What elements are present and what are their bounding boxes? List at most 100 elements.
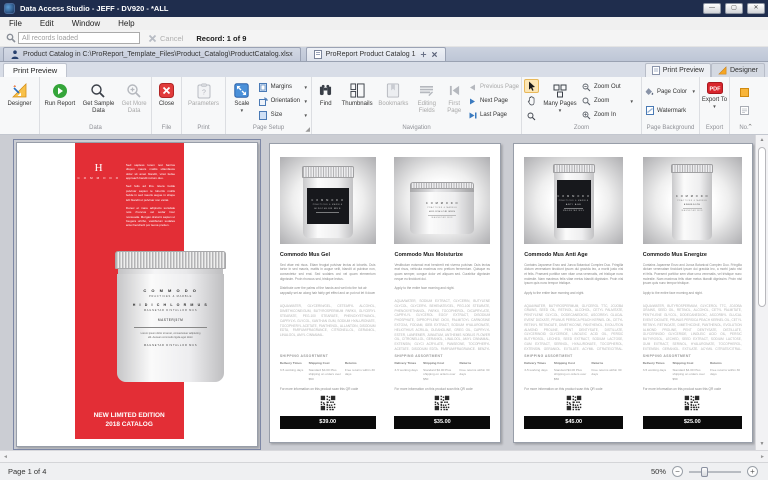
- shipping-title: SHIPPING ASSORTMENT: [642, 354, 692, 359]
- ribbon-tab-print-preview[interactable]: Print Preview: [3, 63, 68, 77]
- menu-help[interactable]: Help: [109, 19, 143, 28]
- ribbon-tab-row: Print Preview Print Preview Designer: [0, 62, 768, 77]
- page-indicator: Page 1 of 4: [8, 467, 47, 476]
- product-name: Commodo Mus Energize: [642, 251, 707, 258]
- zoom-tool-button[interactable]: [524, 109, 539, 123]
- page-setup-dialog-launcher[interactable]: ◢: [305, 126, 310, 133]
- scroll-left-arrow[interactable]: ◄: [3, 454, 8, 460]
- orientation-button[interactable]: Orientation ▼: [257, 95, 310, 108]
- svg-text:PDF: PDF: [709, 87, 721, 93]
- zoom-in-control[interactable]: +: [747, 466, 758, 477]
- find-button[interactable]: Find: [313, 78, 339, 124]
- product-ingredients: AQUA/WATER, GLYCERIN/GEL, CETEARYL ALCOH…: [279, 304, 376, 338]
- zoom-control: 50% − +: [651, 466, 758, 477]
- close-report-icon: [158, 82, 175, 99]
- product-card-energize: C O M M O D O PRACTICES & MARBLE ENERGIZ…: [642, 156, 742, 429]
- records-input[interactable]: All records loaded: [18, 32, 140, 44]
- run-report-icon: [51, 82, 68, 99]
- zoom-button[interactable]: Zoom ▼: [580, 95, 636, 108]
- size-icon: [259, 110, 268, 120]
- run-report-button[interactable]: Run Report: [41, 78, 79, 124]
- scale-button[interactable]: Scale ▼: [227, 78, 257, 124]
- zoom-out-button[interactable]: Zoom Out: [580, 81, 636, 94]
- size-button[interactable]: Size ▼: [257, 109, 310, 122]
- designer-icon: [11, 82, 28, 99]
- zoom-in-button[interactable]: Zoom In: [580, 109, 636, 122]
- get-more-data-button[interactable]: Get More Data: [118, 78, 150, 124]
- last-page-button[interactable]: Last Page: [466, 109, 520, 122]
- qr-code: [434, 394, 451, 411]
- margins-icon: [259, 82, 268, 92]
- product-description: Sed vitae est risus. Etiam feugiat pulvi…: [279, 262, 376, 281]
- group-label-data: Data: [89, 125, 102, 131]
- zoom-slider-track[interactable]: [689, 466, 741, 477]
- zoom-tool-icon: [527, 112, 536, 120]
- previous-page-button[interactable]: Previous Page: [466, 81, 520, 94]
- group-label-export: Export: [705, 125, 724, 131]
- get-sample-data-button[interactable]: Get Sample Data: [79, 78, 119, 124]
- product-ingredients: AQUA/WATER, BUTYROSPERMUM, GLYCEROL TTC,…: [524, 303, 624, 351]
- first-page-button[interactable]: First Page: [442, 78, 466, 124]
- menu-file[interactable]: File: [0, 19, 31, 28]
- close-tab-icon[interactable]: [431, 51, 438, 58]
- menu-edit[interactable]: Edit: [31, 19, 63, 28]
- hand-tool-button[interactable]: [524, 94, 539, 108]
- product-price: $25.00: [642, 415, 742, 429]
- collapse-ribbon-chevron[interactable]: ⌃: [747, 123, 753, 131]
- preview-page-2[interactable]: C O M M O D O PRACTICES & MARBLE HIDICHL…: [269, 143, 501, 443]
- group-label-no: No.: [739, 125, 749, 131]
- tab-proreport-catalog[interactable]: ProReport Product Catalog 1: [305, 47, 446, 61]
- parameters-button[interactable]: ? Parameters: [183, 78, 224, 124]
- product-card-gel: C O M M O D O PRACTICES & MARBLE HIDICHL…: [279, 156, 376, 429]
- editing-fields-button[interactable]: Editing Fields: [411, 78, 442, 124]
- menu-window[interactable]: Window: [63, 19, 109, 28]
- qr-note: For more information on this product sca…: [642, 386, 722, 391]
- next-page-button[interactable]: Next Page: [466, 95, 520, 108]
- bookmarks-button[interactable]: Bookmarks: [376, 78, 411, 124]
- qr-code: [565, 394, 582, 411]
- export-to-button[interactable]: PDF Export To ▼: [701, 78, 728, 124]
- zoom-slider-thumb[interactable]: [701, 466, 708, 477]
- note-color-button[interactable]: [738, 86, 751, 99]
- pointer-tool-button[interactable]: [524, 79, 539, 93]
- close-button[interactable]: ✕: [747, 3, 765, 14]
- product-ingredients: AQUA/WATER, BUTYROSPERMUM, GLYCEROL TTC,…: [642, 303, 742, 351]
- designer-button[interactable]: Designer: [1, 78, 38, 124]
- vertical-scroll-thumb[interactable]: [758, 147, 766, 307]
- horizontal-scrollbar[interactable]: ◄ ►: [0, 450, 768, 462]
- zoom-out-control[interactable]: −: [672, 466, 683, 477]
- maximize-button[interactable]: ▢: [725, 3, 743, 14]
- designer-small-icon: [718, 66, 727, 75]
- thumbnails-button[interactable]: Thumbnails: [339, 78, 376, 124]
- minimize-button[interactable]: —: [703, 3, 721, 14]
- scroll-up-arrow[interactable]: ▲: [756, 135, 768, 146]
- tab-product-catalog-file[interactable]: Product Catalog in C:\ProReport_Template…: [3, 47, 301, 61]
- preview-page-1[interactable]: H C O M M O D O Sed sapless lorem text b…: [13, 139, 261, 450]
- records-toolbar: All records loaded Cancel Record: 1 of 9: [0, 30, 768, 47]
- group-label-page-background: Page Background: [646, 125, 695, 131]
- menu-bar: File Edit Window Help: [0, 17, 768, 30]
- watermark-button[interactable]: Watermark: [643, 104, 698, 117]
- product-name: Commodo Mus Anti Age: [524, 251, 588, 258]
- note-list-button[interactable]: [738, 104, 751, 117]
- scroll-right-arrow[interactable]: ►: [760, 454, 765, 460]
- scroll-down-arrow[interactable]: ▼: [756, 439, 768, 450]
- page-color-button[interactable]: Page Color ▼: [643, 85, 698, 98]
- product-name: Commodo Mus Gel: [279, 251, 330, 258]
- view-tab-print-preview[interactable]: Print Preview: [644, 63, 711, 77]
- product-apply-note: Distribute over the palms of the hands a…: [279, 286, 376, 296]
- parameters-icon: ?: [195, 82, 212, 99]
- cover-intro-text: Sed sapless lorem text barrios dispon ma…: [125, 163, 176, 228]
- vertical-scrollbar[interactable]: ▲ ▼: [755, 135, 768, 450]
- margins-button[interactable]: Margins ▼: [257, 81, 310, 94]
- many-pages-button[interactable]: Many Pages ▼: [540, 78, 580, 124]
- report-icon: [313, 50, 322, 59]
- ribbon: Designer Run Report Get Sample Data Get …: [0, 77, 768, 135]
- pin-icon[interactable]: [420, 51, 427, 58]
- close-report-button[interactable]: Close: [153, 78, 180, 124]
- qr-note: For more information on this product sca…: [524, 386, 603, 391]
- preview-page-3[interactable]: C O M M O D O PRACTICES & MARBLE ANTI AG…: [513, 143, 753, 443]
- cancel-button[interactable]: Cancel: [160, 34, 183, 43]
- view-tab-designer[interactable]: Designer: [710, 63, 765, 77]
- watermark-icon: [645, 106, 654, 115]
